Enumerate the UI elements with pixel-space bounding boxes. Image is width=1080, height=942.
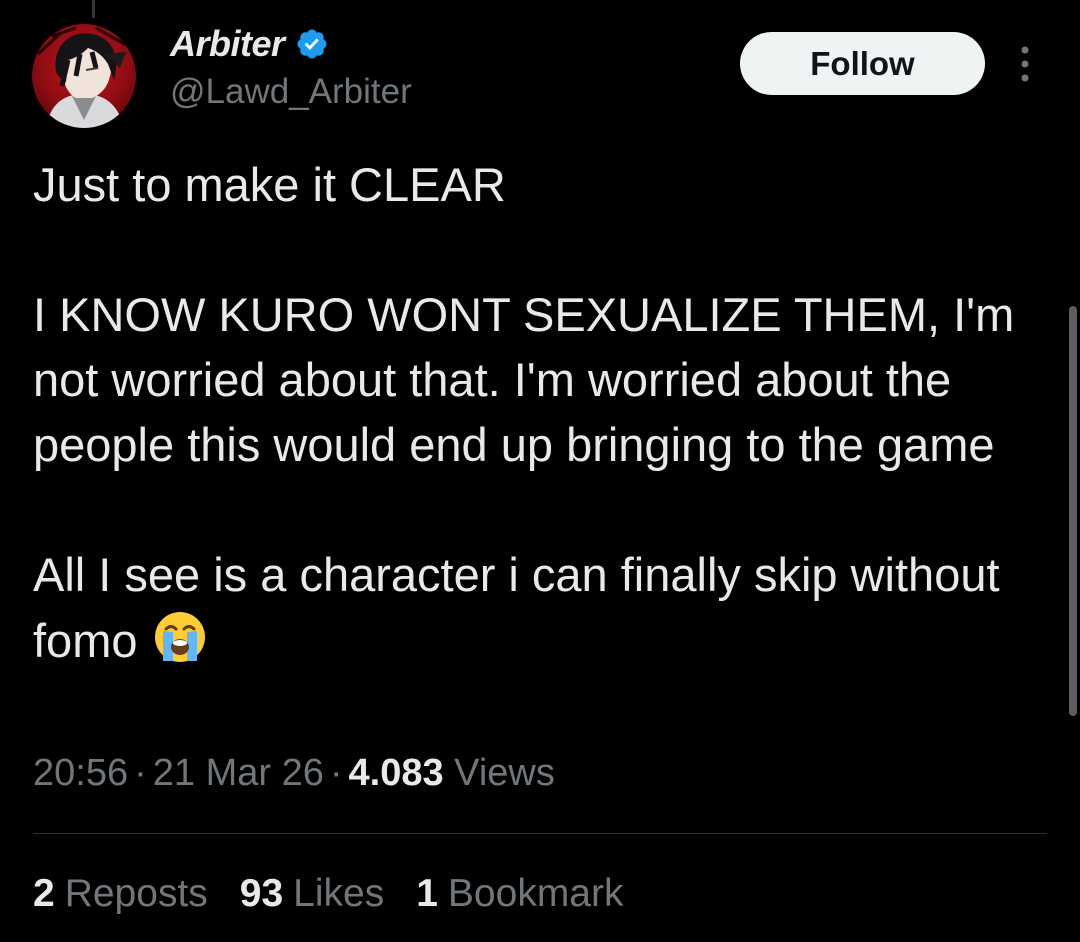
- tweet-time[interactable]: 20:56: [33, 752, 128, 794]
- reposts-count: 2: [33, 872, 55, 915]
- tweet-meta: 20:56 · 21 Mar 26 · 4.083 Views: [33, 752, 555, 795]
- thread-line: [92, 0, 95, 18]
- divider: [33, 833, 1047, 834]
- engagement-stats: 2 Reposts 93 Likes 1 Bookmark: [33, 872, 623, 916]
- bookmarks-count: 1: [416, 872, 438, 915]
- author-info: Arbiter @Lawd_Arbiter: [170, 22, 412, 112]
- verified-badge-icon[interactable]: [295, 27, 329, 61]
- views-label: Views: [454, 752, 555, 794]
- meta-separator: ·: [134, 752, 147, 794]
- more-vertical-icon[interactable]: [1014, 44, 1036, 84]
- likes-label: Likes: [293, 872, 385, 915]
- meta-separator: ·: [329, 752, 343, 794]
- reposts-label: Reposts: [64, 872, 208, 915]
- avatar[interactable]: [32, 24, 136, 128]
- tweet-date[interactable]: 21 Mar 26: [153, 752, 324, 794]
- user-handle[interactable]: @Lawd_Arbiter: [170, 72, 412, 112]
- likes-count: 93: [239, 872, 284, 915]
- tweet-paragraph-2: I KNOW KURO WONT SEXUALIZE THEM, I'm not…: [33, 288, 1028, 471]
- tweet-paragraph-1: Just to make it CLEAR: [33, 158, 506, 211]
- bookmarks-stat[interactable]: 1 Bookmark: [416, 872, 623, 916]
- scrollbar[interactable]: [1069, 306, 1077, 716]
- bookmarks-label: Bookmark: [447, 872, 624, 915]
- likes-stat[interactable]: 93 Likes: [240, 872, 384, 916]
- avatar-image: [36, 26, 129, 128]
- tweet-text: Just to make it CLEAR I KNOW KURO WONT S…: [33, 152, 1063, 673]
- views-count: 4.083: [348, 752, 444, 794]
- reposts-stat[interactable]: 2 Reposts: [33, 872, 208, 916]
- loudly-crying-face-icon: [151, 607, 209, 665]
- follow-button[interactable]: Follow: [740, 32, 985, 95]
- display-name[interactable]: Arbiter: [170, 23, 285, 65]
- display-name-row: Arbiter: [170, 22, 412, 66]
